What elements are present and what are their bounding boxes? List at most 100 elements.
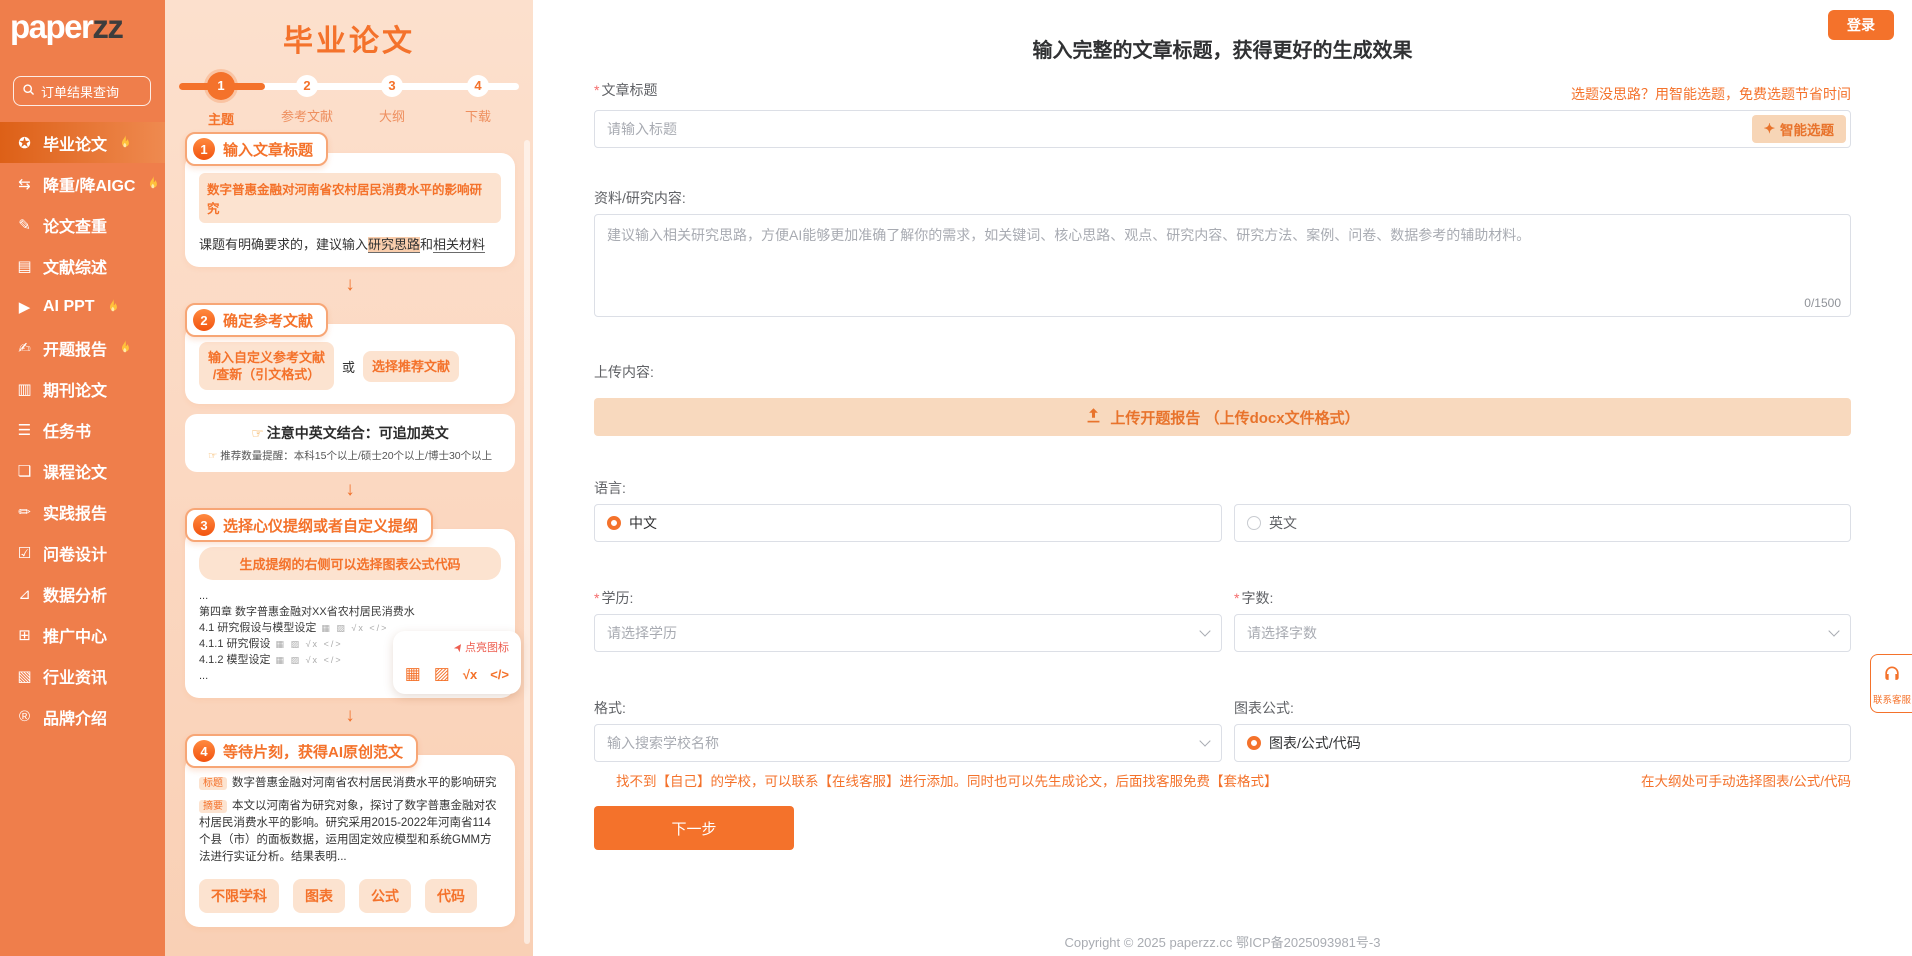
word-count-select[interactable]: 请选择字数 [1234,614,1851,652]
down-arrow-icon: ↓ [345,274,355,295]
sidebar-item-course-paper[interactable]: ❏ 课程论文 [0,450,165,491]
article-title-field: ✦智能选题 [594,110,1851,148]
sidebar-item-ai-ppt[interactable]: ▶ AI PPT [0,286,165,327]
degree-label: * 学历: [594,590,634,606]
feature-tag: 不限学科 [199,879,279,913]
sidebar: paperzz 订单结果查询 ✪ 毕业论文 ⇆ 降重/降AIGC ✎ 论文查重 … [0,0,165,956]
sample-result-title: 标题 数字普惠金融对河南省农村居民消费水平的影响研究 [199,775,501,792]
sidebar-item-label: 毕业论文 [43,136,108,154]
radio-selected-icon [1247,736,1261,750]
school-search-placeholder: 输入搜索学校名称 [607,735,719,751]
or-text: 或 [342,359,356,375]
badge-number: 3 [193,514,215,536]
sidebar-item-data-analysis[interactable]: ⊿ 数据分析 [0,573,165,614]
sidebar-item-literature-review[interactable]: ▤ 文献综述 [0,245,165,286]
radio-selected-icon [607,516,621,530]
chart-formula-label: 图表公式: [1234,700,1294,716]
sidebar-item-reduce-aigc[interactable]: ⇆ 降重/降AIGC [0,163,165,204]
required-asterisk: * [594,82,600,98]
sidebar-item-proposal-report[interactable]: ✍ 开题报告 [0,327,165,368]
sidebar-item-journal-paper[interactable]: ▥ 期刊论文 [0,368,165,409]
progress-stepper: 1 主题 2 参考文献 3 大纲 4 下载 [165,72,533,134]
article-title-label: * 文章标题 [594,82,658,98]
school-search-select[interactable]: 输入搜索学校名称 [594,724,1222,762]
outline-hint-pill: 生成提纲的右侧可以选择图表公式代码 [199,547,501,580]
step-topic: 1 主题 [191,72,251,128]
pointing-hand-icon: ☞ [251,425,264,441]
logo-primary: paper [10,8,94,45]
sidebar-item-label: 推广中心 [43,628,108,646]
required-asterisk: * [594,590,600,606]
research-content-field: 0/1500 [594,214,1851,317]
step-references: 2 参考文献 [277,72,337,125]
sparkle-icon: ✦ [1763,121,1775,136]
sidebar-item-task-book[interactable]: ☰ 任务书 [0,409,165,450]
table-icon: ▦ [404,664,421,683]
guide-cards: 1 输入文章标题 数字普惠金融对河南省农村居民消费水平的影响研究 课题有明确要求… [185,132,521,927]
sidebar-item-label: 期刊论文 [43,382,108,400]
course-paper-icon: ❏ [17,462,32,480]
contact-support-button[interactable]: 联系客服 [1870,654,1912,713]
note-quantity: ☞ 推荐数量提醒：本科15个以上/硕士20个以上/博士30个以上 [207,450,493,462]
badge-text: 等待片刻，获得AI原创范文 [223,743,404,761]
mini-chart-icons: ▦ ▨ √x </> [321,623,389,633]
ai-ppt-icon: ▶ [18,298,31,316]
step-circle: 1 [207,72,235,100]
task-book-icon: ☰ [17,421,32,439]
abstract-tag: 摘要 [199,800,227,813]
headset-icon [1882,666,1902,688]
step-label: 参考文献 [280,109,333,124]
registered-mark-icon: ® [18,708,31,725]
form-container: 输入完整的文章标题，获得更好的生成效果 * 文章标题 选题没思路？用智能选题，免费… [594,0,1851,956]
upload-content-label: 上传内容: [594,364,654,380]
article-title-input[interactable] [594,110,1851,148]
panel-scrollbar[interactable] [524,140,530,944]
literature-review-icon: ▤ [17,257,32,275]
image-icon: ▨ [433,664,450,683]
feature-tag: 代码 [425,879,477,913]
step-label: 下载 [464,109,491,124]
hot-flame-icon [146,175,160,192]
degree-select[interactable]: 请选择学历 [594,614,1222,652]
upload-proposal-button[interactable]: 上传开题报告 （上传docx文件格式） [594,398,1851,436]
smart-topic-link[interactable]: 选题没思路？用智能选题，免费选题节省时间 [1571,84,1851,104]
tip-underline: 相关材料 [433,237,486,253]
upload-icon [1085,407,1102,428]
proposal-report-icon: ✍ [18,339,31,357]
next-step-button[interactable]: 下一步 [594,806,794,850]
sidebar-item-brand-intro[interactable]: ® 品牌介绍 [0,696,165,737]
chevron-down-icon [1199,735,1211,747]
badge-text: 输入文章标题 [223,141,314,159]
sidebar-item-questionnaire[interactable]: ☑ 问卷设计 [0,532,165,573]
sidebar-item-label: 实践报告 [43,505,108,523]
sidebar-item-promotion-center[interactable]: ⊞ 推广中心 [0,614,165,655]
chart-formula-option[interactable]: 图表/公式/代码 [1234,724,1851,762]
chart-help-text: 在大纲处可手动选择图表/公式/代码 [1640,774,1851,789]
research-content-textarea[interactable] [594,214,1851,317]
pointing-hand-icon: ☞ [207,450,218,462]
sample-title-pill: 数字普惠金融对河南省农村居民消费水平的影响研究 [199,173,501,223]
copyright-footer: Copyright © 2025 paperzz.cc 鄂ICP备2025093… [1064,935,1381,950]
tip-highlight: 研究思路 [368,237,421,253]
reference-notes: ☞ 注意中英文结合：可追加英文 ☞ 推荐数量提醒：本科15个以上/硕士20个以上/博… [185,414,515,472]
sidebar-item-industry-news[interactable]: ▧ 行业资讯 [0,655,165,696]
language-option-english[interactable]: 英文 [1234,504,1851,542]
light-up-icons-tooltip: ➤点亮图标 [451,640,509,656]
step-label: 大纲 [378,109,405,124]
feature-tags: 不限学科 图表 公式 代码 [199,879,501,913]
language-option-chinese[interactable]: 中文 [594,504,1222,542]
journal-paper-icon: ▥ [17,380,32,398]
sidebar-item-label: 降重/降AIGC [43,177,136,195]
contact-support-label: 联系客服 [1873,695,1912,706]
graduation-cap-icon: ✪ [18,134,31,152]
guide-card-3: 生成提纲的右侧可以选择图表公式代码 ... 第四章 数字普惠金融对XX省农村居民… [185,529,521,698]
order-search-box[interactable]: 订单结果查询 [13,76,151,106]
formula-icon: √x [462,666,478,682]
guide-badge-3: 3 选择心仪提纲或者自定义提纲 [185,508,434,542]
guide-card-1: 数字普惠金融对河南省农村居民消费水平的影响研究 课题有明确要求的，建议输入研究思… [185,153,515,267]
smart-topic-button[interactable]: ✦ 智能选题 [1751,115,1846,143]
sidebar-item-graduation-thesis[interactable]: ✪ 毕业论文 [0,122,165,163]
title-tag: 标题 [199,777,227,790]
sidebar-item-practice-report[interactable]: ✏ 实践报告 [0,491,165,532]
sidebar-item-plagiarism-check[interactable]: ✎ 论文查重 [0,204,165,245]
